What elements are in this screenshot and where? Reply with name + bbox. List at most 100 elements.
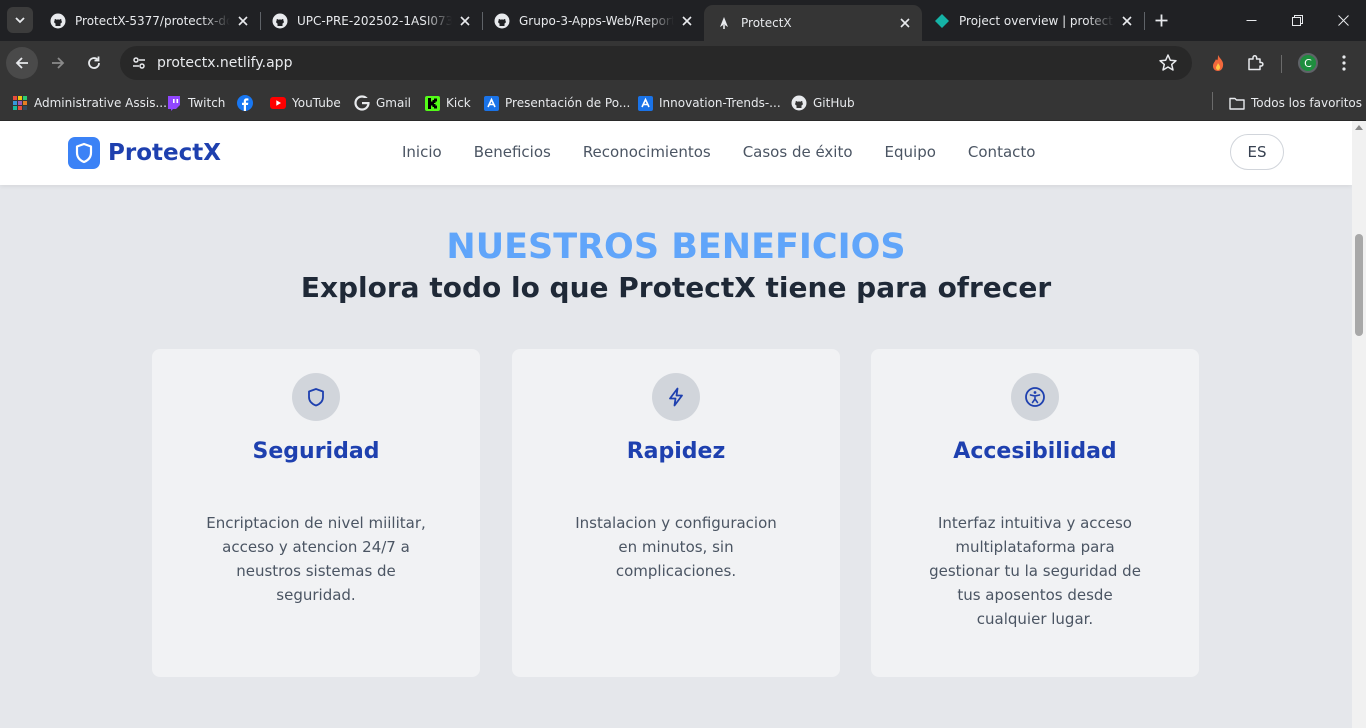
tab-title: Grupo-3-Apps-Web/Report xyxy=(519,13,674,28)
youtube-icon xyxy=(270,95,286,111)
lightning-icon xyxy=(652,373,700,421)
tab-search-button[interactable] xyxy=(7,7,33,33)
profile-avatar[interactable]: C xyxy=(1298,53,1318,73)
nav-link-reconocimientos[interactable]: Reconocimientos xyxy=(583,143,711,161)
bookmark-youtube[interactable]: YouTube xyxy=(270,92,341,114)
scroll-up-arrow[interactable] xyxy=(1355,125,1363,130)
tab-grupo-3-report[interactable]: Grupo-3-Apps-Web/Report xyxy=(482,0,704,41)
benefit-title: Seguridad xyxy=(252,439,380,464)
benefit-card-rapidez: Rapidez Instalacion y configuracion en m… xyxy=(512,349,840,677)
tab-protectx-docs[interactable]: ProtectX-5377/protectx-docs xyxy=(38,0,260,41)
close-icon[interactable] xyxy=(234,12,252,30)
nav-link-beneficios[interactable]: Beneficios xyxy=(474,143,551,161)
tab-title: ProtectX-5377/protectx-docs xyxy=(75,13,230,28)
bookmarks-bar: Administrative Assis... Twitch YouTube G… xyxy=(0,85,1366,121)
close-icon[interactable] xyxy=(456,12,474,30)
nav-link-equipo[interactable]: Equipo xyxy=(885,143,936,161)
tab-strip: ProtectX-5377/protectx-docs UPC-PRE-2025… xyxy=(0,0,1366,41)
browser-menu-icon[interactable] xyxy=(1332,51,1356,75)
facebook-icon xyxy=(237,95,253,111)
kick-icon xyxy=(424,95,440,111)
benefit-description: Interfaz intuitiva y acceso multiplatafo… xyxy=(929,514,1141,628)
bookmark-label: Twitch xyxy=(188,96,226,110)
nav-link-casos-de-exito[interactable]: Casos de éxito xyxy=(743,143,853,161)
tab-project-overview[interactable]: Project overview | protectx | xyxy=(922,0,1144,41)
nav-link-inicio[interactable]: Inicio xyxy=(402,143,442,161)
page-scrollbar[interactable] xyxy=(1352,121,1366,728)
grid-icon xyxy=(12,95,28,111)
bookmark-innovation[interactable]: Innovation-Trends-... xyxy=(637,92,781,114)
close-icon[interactable] xyxy=(896,14,914,32)
site-settings-icon[interactable] xyxy=(127,51,151,75)
bookmark-facebook[interactable] xyxy=(237,92,259,114)
bookmark-label: Administrative Assis... xyxy=(34,96,167,110)
browser-toolbar: protectx.netlify.app C xyxy=(0,41,1366,85)
star-icon[interactable] xyxy=(1158,53,1178,73)
shield-icon xyxy=(292,373,340,421)
bookmark-label: Gmail xyxy=(376,96,412,110)
restore-button[interactable] xyxy=(1274,0,1320,41)
reload-button[interactable] xyxy=(78,47,110,79)
forward-button[interactable] xyxy=(42,47,74,79)
arrow-right-icon xyxy=(52,57,65,69)
new-tab-button[interactable] xyxy=(1150,9,1172,31)
doc-icon xyxy=(483,95,499,111)
close-window-button[interactable] xyxy=(1320,0,1366,41)
bookmark-label: Presentación de Po... xyxy=(505,96,631,110)
bookmark-label: GitHub xyxy=(813,96,855,110)
bookmark-github[interactable]: GitHub xyxy=(791,92,855,114)
language-toggle-button[interactable]: ES xyxy=(1230,134,1284,170)
doc-icon xyxy=(637,95,653,111)
site-header: ProtectX Inicio Beneficios Reconocimient… xyxy=(0,121,1352,185)
close-icon[interactable] xyxy=(678,12,696,30)
bookmark-label: YouTube xyxy=(292,96,341,110)
close-icon[interactable] xyxy=(1118,12,1136,30)
netlify-diamond-icon xyxy=(934,13,950,29)
fire-extension-icon[interactable] xyxy=(1206,51,1230,75)
bookmark-kick[interactable]: Kick xyxy=(424,92,471,114)
benefit-title: Rapidez xyxy=(626,439,726,464)
netlify-icon xyxy=(716,15,732,31)
github-icon xyxy=(791,95,807,111)
google-icon xyxy=(354,95,370,111)
benefit-description: Encriptacion de nivel miilitar, acceso y… xyxy=(206,514,426,604)
section-eyebrow: NUESTROS BENEFICIOS xyxy=(446,227,906,267)
bookmark-twitch[interactable]: Twitch xyxy=(166,92,225,114)
benefit-card-seguridad: Seguridad Encriptacion de nivel miilitar… xyxy=(152,349,480,677)
profile-initial: C xyxy=(1304,56,1312,70)
section-title: Explora todo lo que ProtectX tiene para … xyxy=(300,271,1052,304)
bookmark-gmail[interactable]: Gmail xyxy=(354,92,411,114)
main-nav: Inicio Beneficios Reconocimientos Casos … xyxy=(402,143,1067,161)
minimize-icon xyxy=(1246,20,1256,21)
back-button[interactable] xyxy=(6,47,38,79)
all-bookmarks-folder[interactable]: Todos los favoritos xyxy=(1229,92,1362,114)
github-icon xyxy=(50,13,66,29)
tab-title: ProtectX xyxy=(741,16,792,30)
bookmark-administrative[interactable]: Administrative Assis... xyxy=(12,92,167,114)
tab-separator xyxy=(1144,12,1145,30)
scroll-thumb[interactable] xyxy=(1355,234,1363,336)
bookmark-presentacion[interactable]: Presentación de Po... xyxy=(483,92,630,114)
tab-upc-pre[interactable]: UPC-PRE-202502-1ASI0730- xyxy=(260,0,482,41)
benefit-card-accesibilidad: Accesibilidad Interfaz intuitiva y acces… xyxy=(871,349,1199,677)
url-text[interactable]: protectx.netlify.app xyxy=(157,55,292,71)
tab-title: UPC-PRE-202502-1ASI0730- xyxy=(297,13,452,28)
bookmark-label: Innovation-Trends-... xyxy=(659,96,781,110)
extensions-icon[interactable] xyxy=(1243,51,1267,75)
page-viewport: ProtectX Inicio Beneficios Reconocimient… xyxy=(0,121,1352,728)
address-bar[interactable]: protectx.netlify.app xyxy=(120,46,1192,80)
all-bookmarks-label: Todos los favoritos xyxy=(1251,96,1362,110)
benefit-description: Instalacion y configuracion en minutos, … xyxy=(575,514,777,580)
tab-protectx-active[interactable]: ProtectX xyxy=(704,5,922,41)
tab-title: Project overview | protectx | xyxy=(959,13,1114,28)
github-icon xyxy=(494,13,510,29)
benefit-title: Accesibilidad xyxy=(953,439,1117,464)
arrow-left-icon xyxy=(15,57,28,69)
nav-link-contacto[interactable]: Contacto xyxy=(968,143,1036,161)
chevron-down-icon xyxy=(15,17,25,24)
minimize-button[interactable] xyxy=(1228,0,1274,41)
reload-icon xyxy=(88,56,100,69)
plus-icon xyxy=(1155,14,1167,26)
accessibility-icon xyxy=(1011,373,1059,421)
site-logo[interactable]: ProtectX xyxy=(68,137,221,169)
